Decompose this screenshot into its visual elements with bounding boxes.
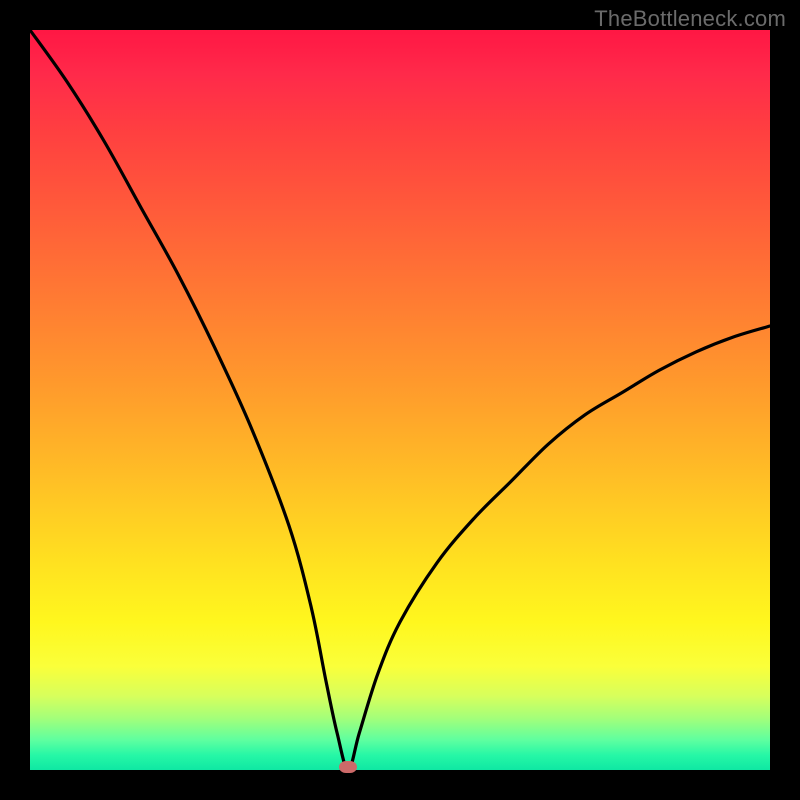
chart-frame: TheBottleneck.com [0,0,800,800]
watermark-text: TheBottleneck.com [594,6,786,32]
bottleneck-curve [30,30,770,770]
minimum-marker [339,761,357,773]
plot-area [30,30,770,770]
